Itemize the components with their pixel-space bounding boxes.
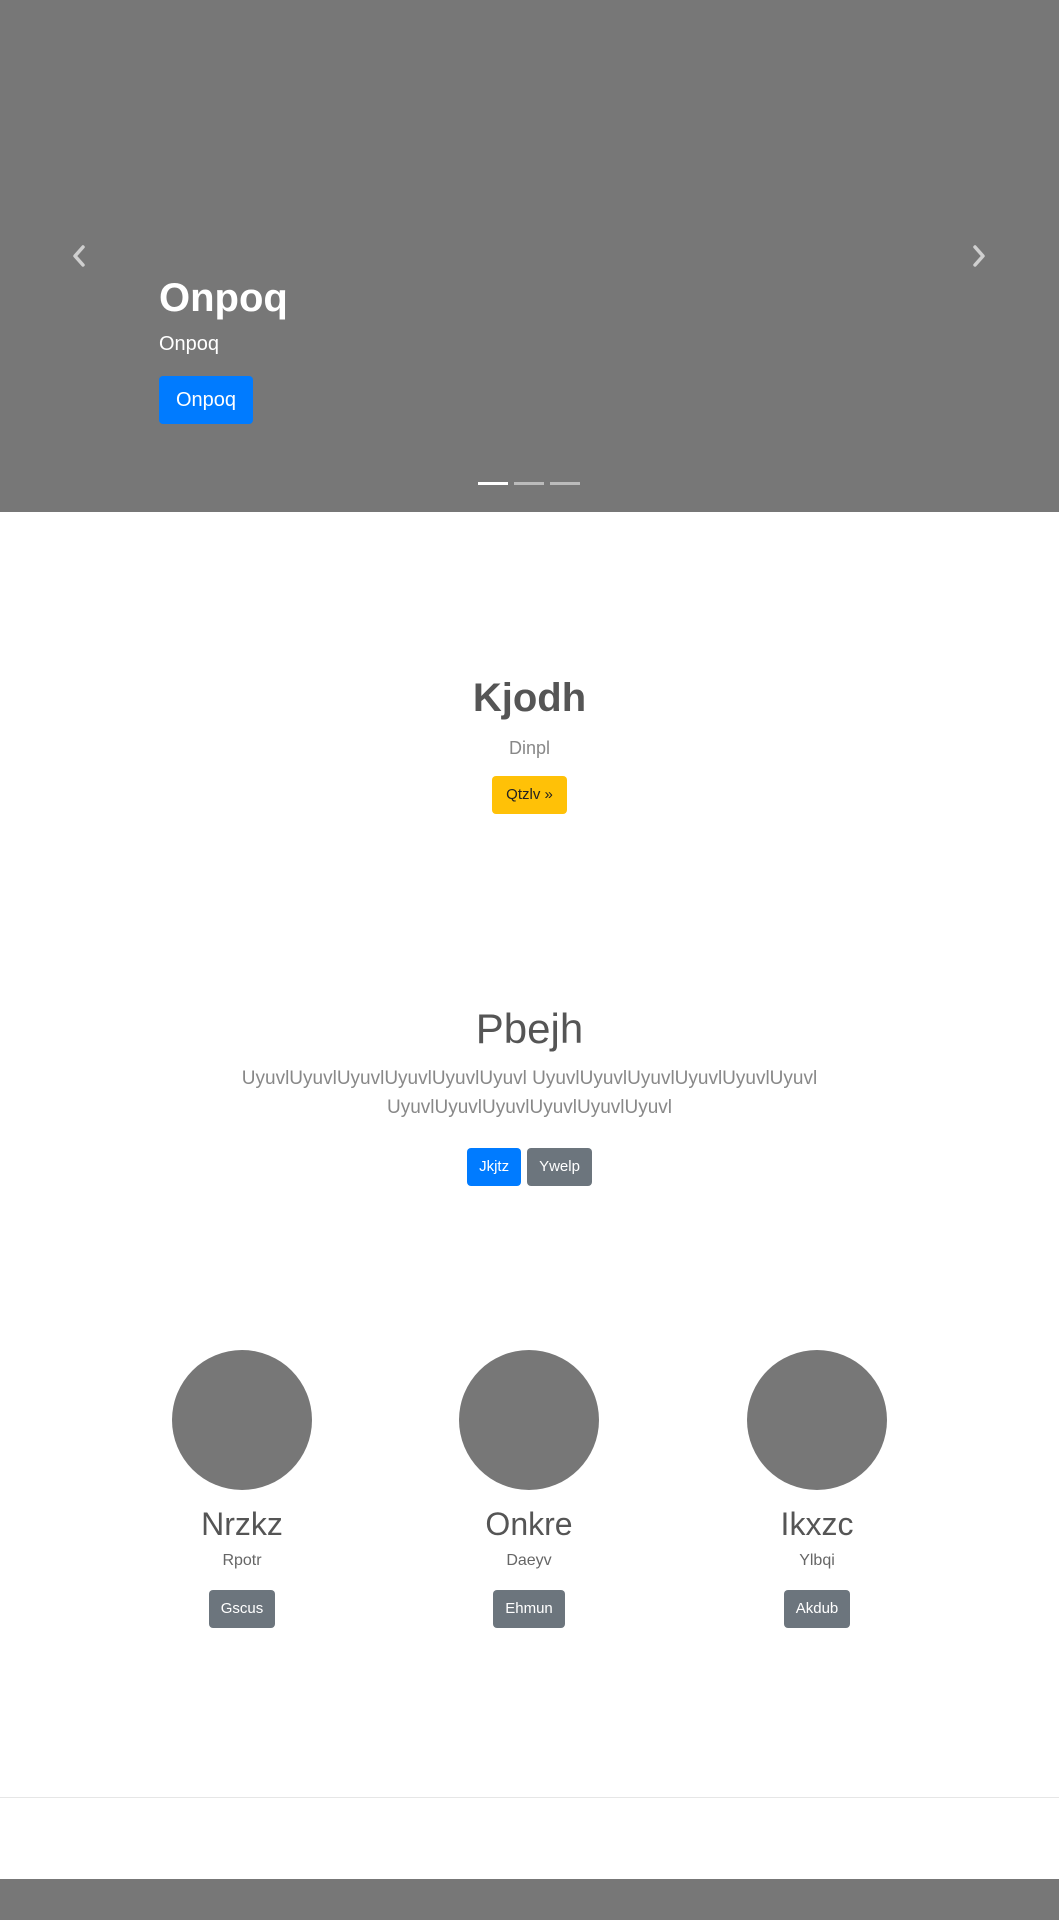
column-title: Ikxzc	[780, 1506, 854, 1542]
carousel-caption: Onpoq Onpoq Onpoq	[159, 272, 288, 424]
carousel-text: Onpoq	[159, 333, 220, 355]
feature-secondary-button[interactable]: Ywelp	[527, 1148, 592, 1186]
column-button[interactable]: Akdub	[783, 1590, 851, 1628]
column-title: Nrzkz	[201, 1506, 283, 1542]
chevron-left-icon	[73, 245, 85, 267]
carousel: Onpoq Onpoq Onpoq	[0, 0, 1059, 512]
carousel-prev-button[interactable]	[59, 236, 99, 276]
feature-primary-button[interactable]: Jkjtz	[467, 1148, 522, 1186]
column-1: Nrzkz Rpotr Gscus	[132, 1350, 352, 1628]
column-text: Ylbqi	[799, 1552, 835, 1569]
column-image	[172, 1350, 312, 1490]
column-text: Rpotr	[222, 1552, 262, 1569]
feature-buttons: Jkjtz Ywelp	[0, 1148, 1059, 1186]
hero-title: Kjodh	[472, 676, 587, 720]
columns-section: Nrzkz Rpotr Gscus Onkre Daeyv Ehmun Ikxz…	[0, 1350, 1059, 1628]
feature-title: Pbejh	[475, 1005, 584, 1052]
hero-section: Kjodh Dinpl Qtzlv »	[0, 670, 1059, 814]
carousel-indicator-1[interactable]	[478, 482, 508, 485]
carousel-indicators	[478, 482, 580, 485]
column-2: Onkre Daeyv Ehmun	[419, 1350, 639, 1628]
feature-lead: UyuvlUyuvlUyuvlUyuvlUyuvlUyuvl UyuvlUyuv…	[241, 1068, 818, 1118]
chevron-right-icon	[973, 245, 985, 267]
page: Onpoq Onpoq Onpoq Kjodh Dinpl Qtzlv » Pb…	[0, 0, 1059, 1920]
column-image	[747, 1350, 887, 1490]
footer	[0, 1879, 1059, 1920]
feature-section: Pbejh UyuvlUyuvlUyuvlUyuvlUyuvlUyuvl Uyu…	[0, 1000, 1059, 1186]
section-divider	[0, 1797, 1059, 1798]
carousel-title: Onpoq	[159, 276, 288, 320]
column-title: Onkre	[485, 1506, 573, 1542]
hero-subtitle: Dinpl	[508, 738, 551, 758]
carousel-indicator-3[interactable]	[550, 482, 580, 485]
hero-cta-button[interactable]: Qtzlv »	[492, 776, 567, 814]
carousel-next-button[interactable]	[959, 236, 999, 276]
column-button[interactable]: Gscus	[208, 1590, 276, 1628]
column-image	[459, 1350, 599, 1490]
column-3: Ikxzc Ylbqi Akdub	[707, 1350, 927, 1628]
column-button[interactable]: Ehmun	[493, 1590, 565, 1628]
carousel-indicator-2[interactable]	[514, 482, 544, 485]
carousel-cta-button[interactable]: Onpoq	[159, 376, 254, 424]
column-text: Daeyv	[506, 1552, 552, 1569]
